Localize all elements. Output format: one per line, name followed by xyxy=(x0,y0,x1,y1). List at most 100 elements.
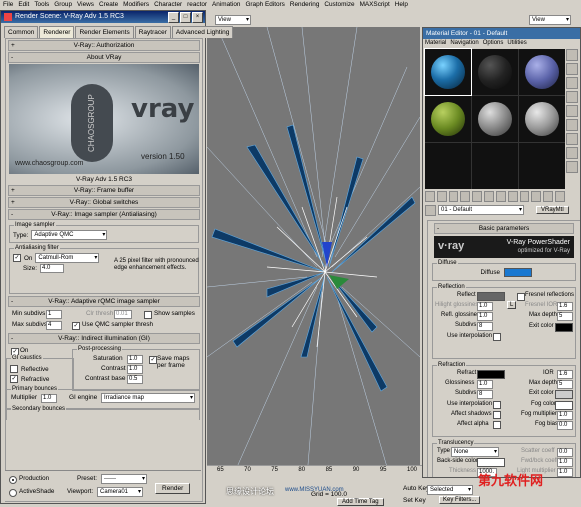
fog-color-swatch[interactable] xyxy=(555,401,573,410)
sample-slot[interactable] xyxy=(472,96,518,142)
activeshade-radio[interactable] xyxy=(9,489,17,497)
pick-material-icon[interactable] xyxy=(425,204,436,216)
ior-spinner[interactable]: 1.6 xyxy=(557,370,573,379)
material-menu-item[interactable]: Options xyxy=(483,39,504,48)
refr-max-depth-spinner[interactable]: 5 xyxy=(557,380,573,389)
backlight-icon[interactable] xyxy=(566,63,578,75)
saturation-spinner[interactable]: 1.0 xyxy=(127,355,143,364)
refract-color-swatch[interactable] xyxy=(477,370,505,379)
menu-item[interactable]: Create xyxy=(99,0,118,10)
rollout-authorization[interactable]: + V-Ray:: Authorization xyxy=(8,40,200,51)
material-navigator-icon[interactable] xyxy=(566,161,578,173)
make-preview-icon[interactable] xyxy=(566,119,578,131)
refl-interpolation-checkbox[interactable] xyxy=(493,333,501,341)
min-subdivs-spinner[interactable]: 1 xyxy=(46,310,62,319)
fog-multiplier-spinner[interactable]: 1.0 xyxy=(557,411,573,420)
render-scene-titlebar[interactable]: Render Scene: V-Ray Adv 1.5 RC3 _ □ × xyxy=(1,11,205,23)
contrast-spinner[interactable]: 1.0 xyxy=(127,365,143,374)
menu-item[interactable]: Views xyxy=(77,0,94,10)
material-menu-item[interactable]: Material xyxy=(425,39,446,48)
aa-filter-dropdown[interactable]: Catmull-Rom xyxy=(35,253,100,263)
material-menu-item[interactable]: Navigation xyxy=(450,39,478,48)
menu-item[interactable]: Help xyxy=(395,0,408,10)
minimize-icon[interactable]: _ xyxy=(168,12,179,23)
scatter-coeff-spinner[interactable]: 0.0 xyxy=(557,448,573,457)
image-sampler-type-dropdown[interactable]: Adaptive QMC xyxy=(31,230,108,240)
refr-subdivs-spinner[interactable]: 8 xyxy=(477,390,493,399)
menu-item[interactable]: File xyxy=(3,0,13,10)
sample-slot[interactable] xyxy=(472,49,518,95)
show-map-icon[interactable] xyxy=(519,191,530,202)
selection-dropdown[interactable]: Selected xyxy=(427,485,473,495)
material-editor-titlebar[interactable]: Material Editor - 01 - Default xyxy=(423,28,580,39)
refl-max-depth-spinner[interactable]: 5 xyxy=(557,312,573,321)
fresnel-ior-spinner[interactable]: 1.6 xyxy=(557,302,573,311)
menu-item[interactable]: Customize xyxy=(324,0,354,10)
background-icon[interactable] xyxy=(566,77,578,89)
save-maps-checkbox[interactable]: ✓ xyxy=(149,356,157,364)
render-tab[interactable]: Render Elements xyxy=(75,26,134,38)
render-tab[interactable]: Renderer xyxy=(39,26,75,38)
hilight-glossiness-spinner[interactable]: 1.0 xyxy=(477,302,493,311)
sample-slot[interactable] xyxy=(424,48,472,96)
render-settings-panel[interactable]: + V-Ray:: Authorization - About VRay CHAOS… xyxy=(5,38,203,502)
translucency-type-dropdown[interactable]: None xyxy=(451,447,499,457)
view-dropdown-2[interactable]: View xyxy=(529,15,571,25)
diffuse-color-swatch[interactable] xyxy=(504,267,532,277)
refl-exit-color-swatch[interactable] xyxy=(555,323,573,332)
go-to-parent-icon[interactable] xyxy=(543,191,554,202)
uv-tiling-icon[interactable] xyxy=(566,91,578,103)
back-side-color-swatch[interactable] xyxy=(477,458,505,467)
menu-item[interactable]: Tools xyxy=(34,0,49,10)
refr-exit-color-swatch[interactable] xyxy=(555,390,573,399)
affect-shadows-checkbox[interactable] xyxy=(493,411,501,419)
menu-item[interactable]: Character xyxy=(154,0,182,10)
sample-type-icon[interactable] xyxy=(566,49,578,61)
menu-item[interactable]: Group xyxy=(54,0,72,10)
rollout-about[interactable]: - About VRay xyxy=(8,52,200,63)
sample-slot[interactable] xyxy=(519,143,565,189)
sample-slot[interactable] xyxy=(425,143,471,189)
set-key-button[interactable]: Set Key xyxy=(403,497,426,504)
material-menu-item[interactable]: Utilities xyxy=(507,39,526,48)
video-check-icon[interactable] xyxy=(566,105,578,117)
material-id-icon[interactable] xyxy=(507,191,518,202)
max-subdivs-spinner[interactable]: 4 xyxy=(46,321,62,330)
show-end-result-icon[interactable] xyxy=(531,191,542,202)
show-samples-checkbox[interactable] xyxy=(144,311,152,319)
maximize-icon[interactable]: □ xyxy=(180,12,191,23)
make-unique-icon[interactable] xyxy=(484,191,494,202)
perspective-viewport[interactable] xyxy=(207,27,420,477)
production-radio[interactable] xyxy=(9,476,17,484)
render-tab[interactable]: Advanced Lighting xyxy=(171,26,234,38)
refr-interpolation-checkbox[interactable] xyxy=(493,401,501,409)
clr-thresh-spinner[interactable]: 0.01 xyxy=(114,310,132,319)
reflect-color-swatch[interactable] xyxy=(477,292,505,301)
rollout-frame-buffer[interactable]: + V-Ray:: Frame buffer xyxy=(8,185,200,196)
light-multiplier-spinner[interactable]: 1.0 xyxy=(557,468,573,477)
copy-material-icon[interactable] xyxy=(472,191,483,202)
auto-key-button[interactable]: Auto Key xyxy=(403,485,429,492)
sample-slots[interactable] xyxy=(424,48,565,189)
rollout-indirect-illumination[interactable]: - V-Ray:: Indirect illumination (GI) xyxy=(8,333,200,344)
menu-item[interactable]: MAXScript xyxy=(360,0,390,10)
primary-multiplier-spinner[interactable]: 1.0 xyxy=(41,394,57,403)
refl-subdivs-spinner[interactable]: 8 xyxy=(477,322,493,331)
fog-bias-spinner[interactable]: 0.0 xyxy=(557,421,573,430)
add-time-tag-button[interactable]: Add Time Tag xyxy=(337,498,384,506)
viewport-dropdown[interactable]: Camera01 xyxy=(97,487,143,497)
put-to-library-icon[interactable] xyxy=(495,191,506,202)
menu-item[interactable]: reactor xyxy=(187,0,207,10)
render-tab[interactable]: Common xyxy=(4,26,39,38)
fresnel-checkbox[interactable] xyxy=(517,293,525,301)
rollout-image-sampler[interactable]: - V-Ray:: Image sampler (Antialiasing) xyxy=(8,209,200,220)
reflective-caustics-checkbox[interactable] xyxy=(10,365,18,373)
material-name-field[interactable]: 01 - Default xyxy=(438,205,524,215)
sample-slot[interactable] xyxy=(425,96,471,142)
rollout-adaptive-qmc[interactable]: - V-Ray:: Adaptive rQMC image sampler xyxy=(8,296,200,307)
options-icon[interactable] xyxy=(566,133,578,145)
menu-item[interactable]: Edit xyxy=(18,0,29,10)
key-filters-button[interactable]: Key Filters... xyxy=(439,496,481,504)
aa-filter-on-checkbox[interactable]: ✓ xyxy=(13,254,21,262)
material-parameters-panel[interactable]: - Basic parameters v·ray V-Ray PowerShade… xyxy=(427,220,580,477)
